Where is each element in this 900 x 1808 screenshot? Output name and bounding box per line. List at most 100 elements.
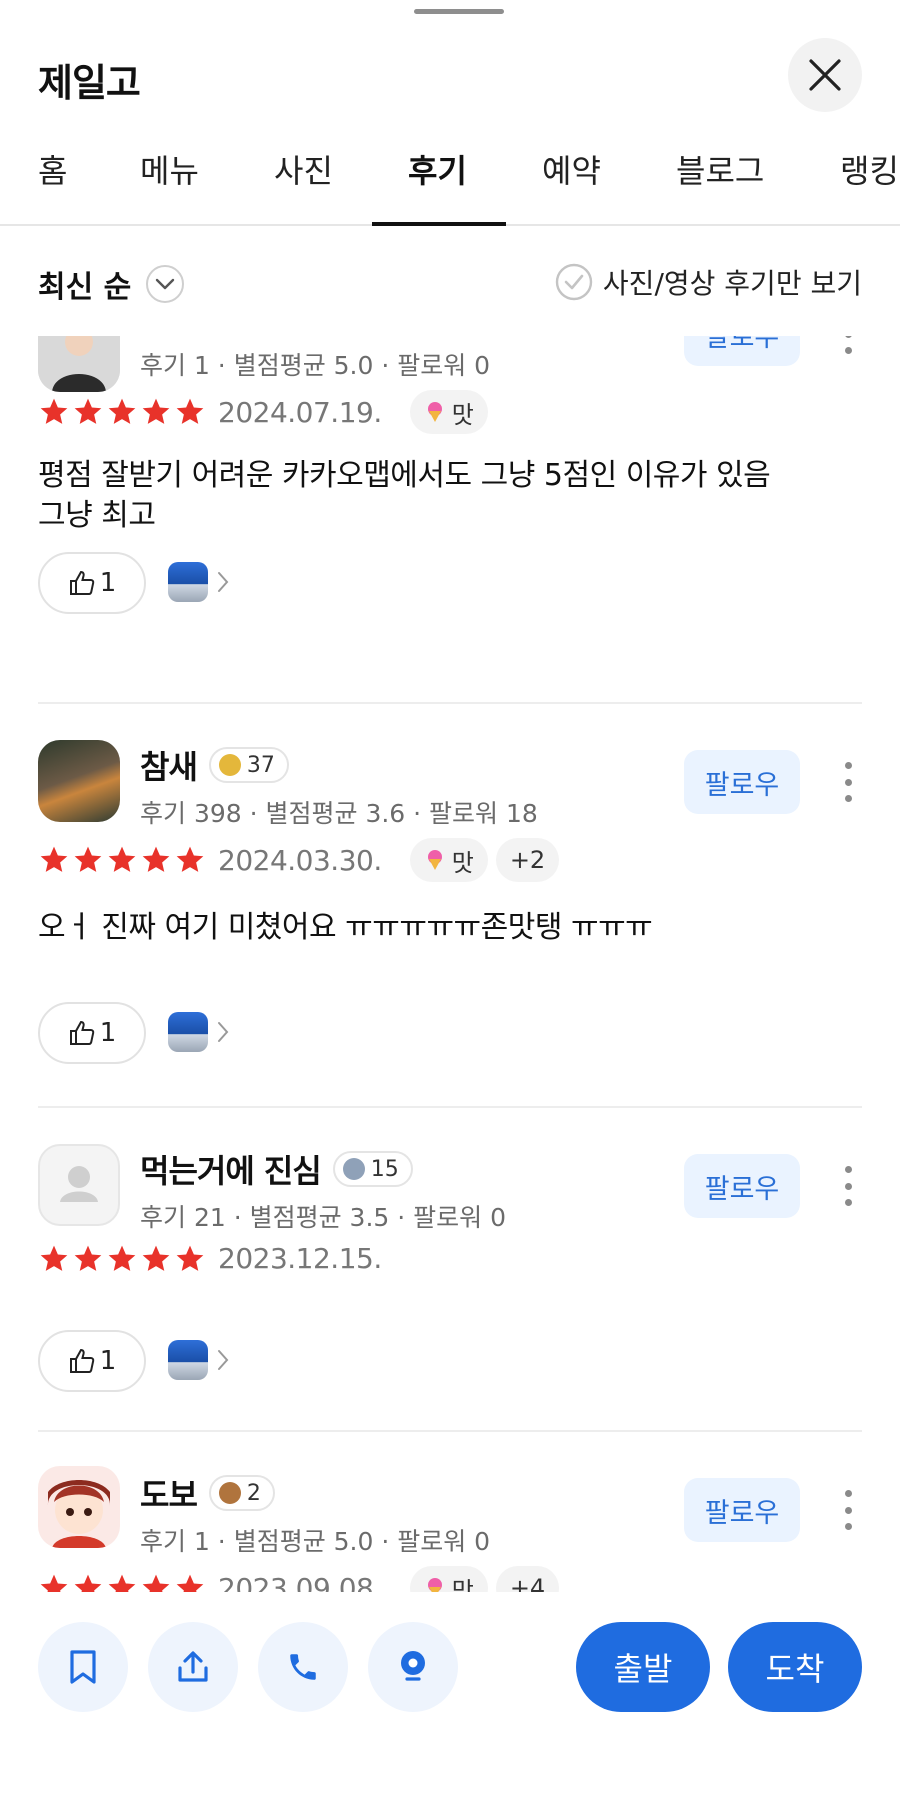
- photo-review-filter[interactable]: 사진/영상 후기만 보기: [555, 262, 862, 302]
- more-options-button[interactable]: [842, 762, 854, 802]
- avatar: [38, 1144, 120, 1226]
- reviewer-name[interactable]: 도보: [140, 1470, 198, 1516]
- star-icon: [142, 846, 170, 872]
- reviewer-header: 먹는거에 진심 15: [140, 1146, 413, 1192]
- reviewer-header: 도보 2: [140, 1470, 275, 1516]
- depart-button[interactable]: 출발: [576, 1622, 710, 1712]
- share-button[interactable]: [148, 1622, 238, 1712]
- level-badge: 2: [208, 1475, 275, 1511]
- save-button[interactable]: [38, 1622, 128, 1712]
- reviewer-name[interactable]: 참새: [140, 742, 198, 788]
- sort-label: 최신 순: [38, 270, 132, 305]
- review-date: 2024.07.19.: [218, 395, 382, 429]
- review-body: 평점 잘받기 어려운 카카오맵에서도 그냥 5점인 이유가 있음 그냥 최고: [38, 458, 771, 533]
- star-icon: [142, 398, 170, 424]
- photo-thumbnail: [168, 562, 208, 602]
- photo-preview[interactable]: [168, 1012, 230, 1052]
- photo-preview[interactable]: [168, 562, 230, 602]
- tag-taste: 맛: [409, 1566, 488, 1592]
- reviewer-name[interactable]: 먹는거에 진심: [140, 1146, 322, 1192]
- chevron-down-icon: [146, 265, 185, 303]
- close-icon: [809, 59, 841, 91]
- bottom-action-bar: 출발 도착: [0, 1592, 900, 1808]
- review-divider: [38, 1430, 862, 1432]
- level-bronze-icon: [218, 1482, 241, 1504]
- tab-menu[interactable]: 메뉴: [140, 146, 199, 192]
- photo-preview[interactable]: [168, 1340, 230, 1380]
- photo-thumbnail: [168, 1012, 208, 1052]
- photo-filter-label: 사진/영상 후기만 보기: [602, 267, 862, 300]
- follow-button[interactable]: 팔로우: [684, 750, 800, 814]
- like-button[interactable]: 1: [38, 1002, 146, 1064]
- sort-dropdown[interactable]: 최신 순: [38, 262, 185, 306]
- active-tab-indicator: [372, 222, 506, 226]
- ice-cream-icon: [427, 1578, 442, 1592]
- like-button[interactable]: 1: [38, 1330, 146, 1392]
- star-icon: [40, 846, 68, 872]
- tab-ranking[interactable]: 랭킹: [840, 146, 899, 192]
- avatar: [38, 1466, 120, 1548]
- star-icon: [108, 1574, 136, 1592]
- bookmark-icon: [70, 1650, 96, 1684]
- reviewer-stats: 후기 1 · 별점평균 5.0 · 팔로워 0: [140, 1527, 491, 1556]
- tab-bar: 홈 메뉴 사진 후기 예약 블로그 랭킹: [0, 128, 900, 226]
- default-user-icon: [60, 1166, 98, 1202]
- arrive-button[interactable]: 도착: [728, 1622, 862, 1712]
- star-icon: [176, 846, 204, 872]
- follow-button[interactable]: 팔로우: [684, 336, 800, 366]
- tag-taste: 맛: [409, 390, 488, 434]
- review-body: 오ㅓ 진짜 여기 미쳤어요 ㅠㅠㅠㅠㅠ존맛탱 ㅠㅠㅠ: [38, 910, 653, 945]
- follow-button[interactable]: 팔로우: [684, 1478, 800, 1542]
- avatar: [38, 336, 120, 392]
- tag-taste: 맛: [409, 838, 488, 882]
- tab-home[interactable]: 홈: [38, 146, 67, 192]
- location-button[interactable]: [368, 1622, 458, 1712]
- avatar: [38, 740, 120, 822]
- call-button[interactable]: [258, 1622, 348, 1712]
- like-count: 1: [99, 1018, 117, 1048]
- follow-button[interactable]: 팔로우: [684, 1154, 800, 1218]
- close-button[interactable]: [788, 38, 862, 112]
- tab-photos[interactable]: 사진: [274, 146, 333, 192]
- star-rating: [38, 1572, 206, 1592]
- star-icon: [40, 1245, 68, 1271]
- review-item: 먹는거에 진심 15 후기 21 · 별점평균 3.5 · 팔로워 0 팔로우 …: [0, 1116, 900, 1436]
- tab-reservation[interactable]: 예약: [542, 146, 601, 192]
- chevron-right-icon: [218, 572, 229, 592]
- more-options-button[interactable]: [842, 1490, 854, 1530]
- star-icon: [176, 1574, 204, 1592]
- star-icon: [74, 1245, 102, 1271]
- photo-thumbnail: [168, 1340, 208, 1380]
- rating-row: 2024.03.30. 맛 +2: [38, 838, 560, 882]
- review-list[interactable]: 후기 1 · 별점평균 5.0 · 팔로워 0 팔로우 2024.07.19. …: [0, 336, 900, 1592]
- thumbs-up-icon: [69, 1348, 94, 1373]
- more-tags: +4: [495, 1566, 560, 1592]
- star-icon: [108, 846, 136, 872]
- star-rating: [38, 844, 206, 876]
- rating-row: 2023.12.15.: [38, 1242, 382, 1275]
- review-divider: [38, 1106, 862, 1108]
- tab-reviews[interactable]: 후기: [408, 146, 467, 192]
- ice-cream-icon: [427, 850, 442, 870]
- level-badge: 37: [208, 747, 289, 783]
- star-icon: [74, 1574, 102, 1592]
- like-button[interactable]: 1: [38, 552, 146, 614]
- rating-row: 2024.07.19. 맛: [38, 390, 488, 434]
- share-icon: [178, 1651, 208, 1682]
- more-options-button[interactable]: [842, 1166, 854, 1206]
- review-date: 2023.12.15.: [218, 1242, 382, 1275]
- tab-blog[interactable]: 블로그: [676, 146, 764, 192]
- star-icon: [176, 1245, 204, 1271]
- place-title: 제일고: [38, 61, 141, 105]
- thumbs-up-icon: [69, 1020, 94, 1045]
- star-icon: [74, 398, 102, 424]
- review-date: 2024.03.30.: [218, 843, 382, 877]
- header: 제일고: [0, 0, 900, 112]
- chevron-right-icon: [218, 1350, 229, 1370]
- check-circle-icon: [555, 263, 593, 301]
- more-options-button[interactable]: [842, 336, 854, 354]
- star-icon: [142, 1245, 170, 1271]
- star-icon: [142, 1574, 170, 1592]
- star-rating: [38, 1243, 206, 1275]
- reviewer-stats: 후기 398 · 별점평균 3.6 · 팔로워 18: [140, 799, 538, 828]
